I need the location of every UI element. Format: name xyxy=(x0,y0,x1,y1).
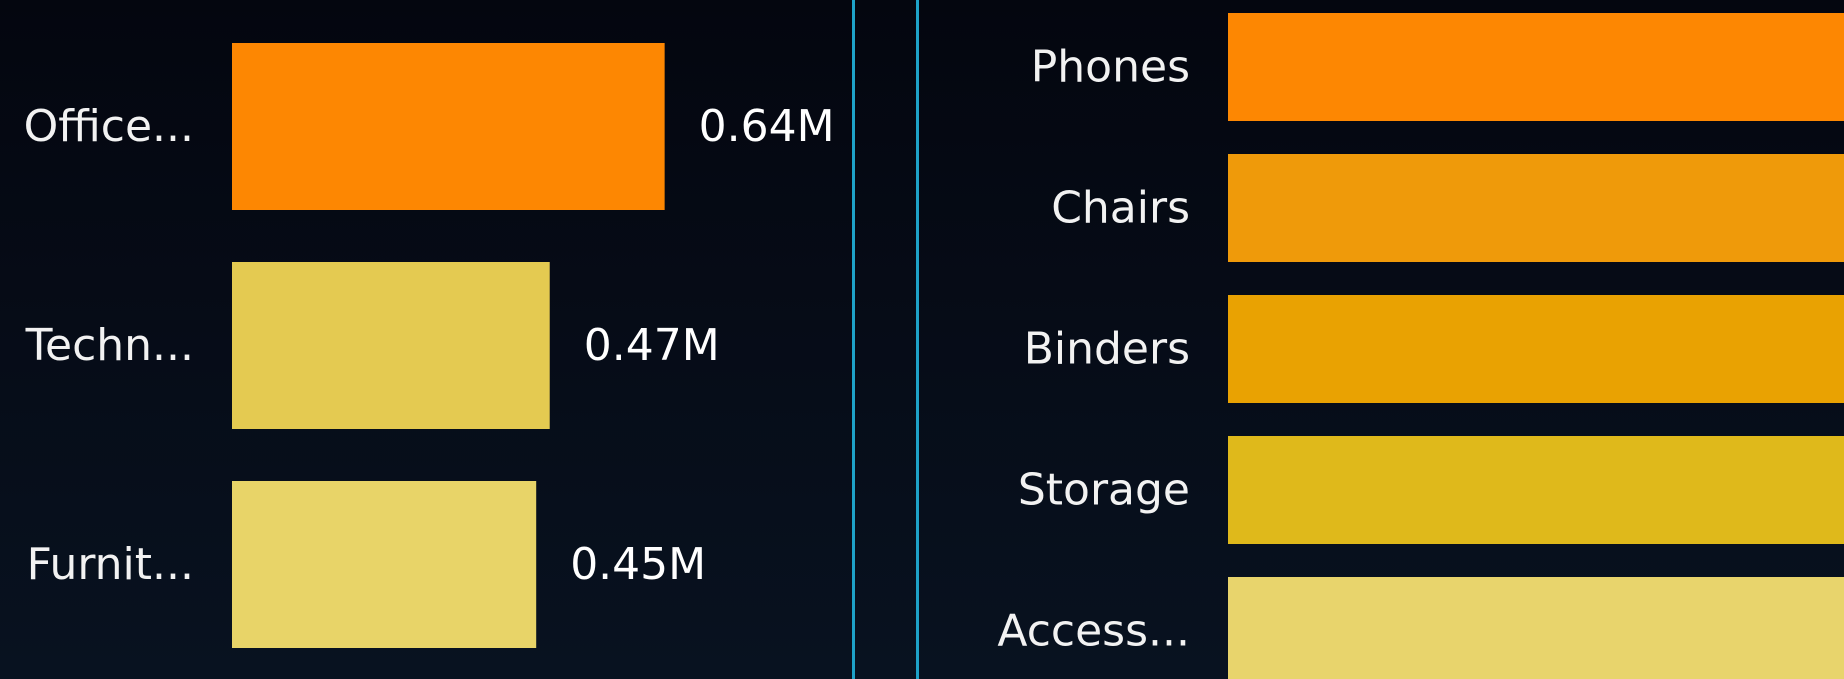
bar[interactable] xyxy=(1228,295,1844,403)
bar[interactable] xyxy=(1228,577,1844,679)
category-label: Binders xyxy=(1024,324,1190,375)
bar[interactable] xyxy=(1228,13,1844,121)
data-label: 0.64M xyxy=(699,101,835,152)
subcategory-sales-panel: Phones0.20MChairs0.18MBinders0.17MStorag… xyxy=(919,0,1844,679)
bar[interactable] xyxy=(232,262,550,429)
category-label: Furnit... xyxy=(27,539,194,590)
data-label: 0.45M xyxy=(570,539,706,590)
data-label: 0.47M xyxy=(584,320,720,371)
bar[interactable] xyxy=(1228,154,1844,262)
category-label: Phones xyxy=(1031,42,1190,93)
category-label: Office... xyxy=(24,101,194,152)
category-bar-chart: Office... 0.64M Techn... 0.47M Furnit... 0.45… xyxy=(24,43,835,648)
panel-divider xyxy=(852,0,855,679)
bar[interactable] xyxy=(1228,436,1844,544)
chart-canvas: Office... 0.64M Techn... 0.47M Furnit... 0.45… xyxy=(0,0,1844,679)
category-label: Access... xyxy=(997,606,1190,657)
category-sales-panel: Office... 0.64M Techn... 0.47M Furnit... 0.45… xyxy=(0,0,852,679)
category-label: Techn... xyxy=(25,320,194,371)
subcategory-bar-chart: Phones0.20MChairs0.18MBinders0.17MStorag… xyxy=(997,13,1844,679)
bar[interactable] xyxy=(232,43,665,210)
bar[interactable] xyxy=(232,481,537,648)
category-label: Storage xyxy=(1018,465,1190,516)
category-label: Chairs xyxy=(1051,183,1190,234)
